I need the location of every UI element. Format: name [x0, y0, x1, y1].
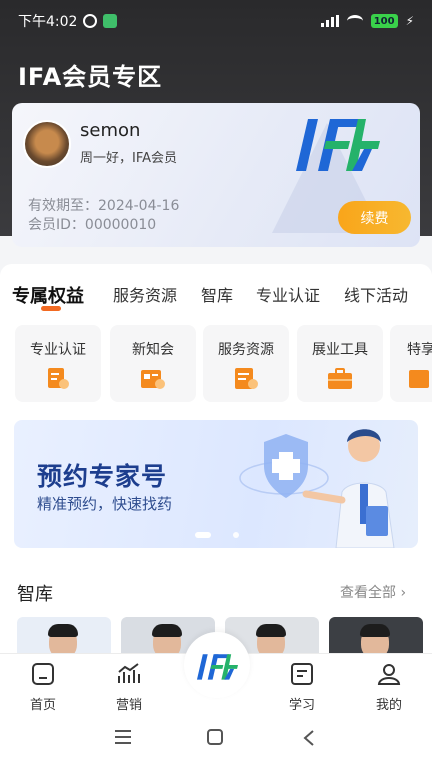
member-id: 会员ID：00000010 — [28, 217, 157, 233]
banner-pagination — [195, 532, 239, 538]
shortcut-label: 特享 — [407, 342, 432, 358]
expert-card[interactable] — [17, 617, 111, 657]
member-card[interactable]: semon 周一好，IFA会员 有效期至：2024-04-16 会员ID：000… — [12, 103, 420, 247]
tab-offline-events[interactable]: 线下活动 — [344, 282, 408, 306]
tab-think-tank[interactable]: 智库 — [201, 282, 233, 306]
shortcut-label: 服务资源 — [218, 342, 274, 358]
shortcut-business-tools[interactable]: 展业工具 — [297, 325, 383, 402]
battery-level: 100 — [373, 15, 395, 27]
nav-marketing[interactable]: 营销 — [99, 662, 159, 713]
doctor-illustration-icon — [239, 429, 395, 548]
shortcut-label: 专业认证 — [30, 342, 86, 358]
special-icon — [409, 370, 429, 388]
ifa-logo-icon — [296, 119, 380, 171]
certificate-icon — [48, 368, 69, 389]
banner-title: 预约专家号 — [37, 462, 168, 491]
signal-icon — [320, 15, 339, 27]
expert-hair — [152, 624, 182, 637]
tab-certification[interactable]: 专业认证 — [256, 282, 320, 306]
shortcut-row: 专业认证 新知会 服务资源 展业工具 特享 — [15, 325, 432, 403]
nav-label: 营销 — [115, 698, 142, 713]
toolbox-icon — [328, 368, 352, 389]
document-icon — [235, 368, 258, 389]
think-tank-title: 智库 — [17, 584, 53, 605]
nav-label: 首页 — [29, 698, 56, 713]
see-all-link[interactable]: 查看全部 › — [340, 582, 406, 602]
user-name: semon — [80, 120, 141, 141]
nav-profile[interactable]: 我的 — [359, 662, 419, 713]
status-bar: 下午4:02 100 ⚡ — [0, 0, 432, 42]
nav-label: 学习 — [288, 698, 315, 713]
home-square-icon[interactable] — [207, 729, 223, 745]
expert-card[interactable] — [329, 617, 423, 657]
book-icon — [291, 663, 313, 685]
chart-icon — [118, 663, 140, 683]
profile-icon — [377, 664, 401, 685]
tab-exclusive-benefits[interactable]: 专属权益 — [12, 282, 84, 308]
back-icon[interactable] — [302, 729, 316, 747]
shortcut-label: 新知会 — [132, 342, 174, 358]
expert-hair — [48, 624, 78, 637]
home-icon — [32, 663, 54, 685]
charging-icon: ⚡ — [405, 14, 414, 28]
nav-label: 我的 — [375, 698, 402, 713]
nav-learning[interactable]: 学习 — [272, 662, 332, 713]
tab-service-resources[interactable]: 服务资源 — [113, 282, 177, 306]
tab-active-indicator — [41, 306, 61, 311]
shortcut-service-resources[interactable]: 服务资源 — [203, 325, 289, 402]
menu-icon[interactable] — [114, 729, 132, 745]
alarm-icon — [83, 14, 98, 28]
renew-button[interactable]: 续费 — [338, 201, 411, 234]
app-notification-icon — [103, 14, 118, 28]
page-title: IFA会员专区 — [18, 63, 163, 91]
valid-until: 有效期至：2024-04-16 — [28, 198, 180, 214]
shortcut-special[interactable]: 特享 — [390, 325, 432, 402]
shortcut-news[interactable]: 新知会 — [110, 325, 196, 402]
nav-center-button[interactable] — [184, 632, 250, 698]
category-tabs: 专属权益 服务资源 智库 专业认证 线下活动 — [0, 278, 432, 314]
shortcut-label: 展业工具 — [312, 342, 368, 358]
news-icon — [141, 370, 165, 389]
system-nav-bar — [0, 713, 432, 768]
wifi-icon — [346, 15, 363, 27]
nav-home[interactable]: 首页 — [13, 662, 73, 713]
avatar[interactable] — [23, 120, 71, 168]
banner-subtitle: 精准预约，快速找药 — [37, 495, 173, 513]
expert-appointment-banner[interactable]: 预约专家号 精准预约，快速找药 — [14, 420, 418, 548]
status-time: 下午4:02 — [18, 14, 78, 30]
pagination-dot-active[interactable] — [195, 532, 211, 538]
user-greeting: 周一好，IFA会员 — [80, 151, 178, 166]
pagination-dot[interactable] — [233, 532, 239, 538]
ifa-logo-icon — [196, 654, 239, 680]
battery-icon: 100 — [370, 14, 398, 28]
expert-hair — [360, 624, 390, 637]
shortcut-certification[interactable]: 专业认证 — [15, 325, 101, 402]
expert-hair — [256, 624, 286, 637]
